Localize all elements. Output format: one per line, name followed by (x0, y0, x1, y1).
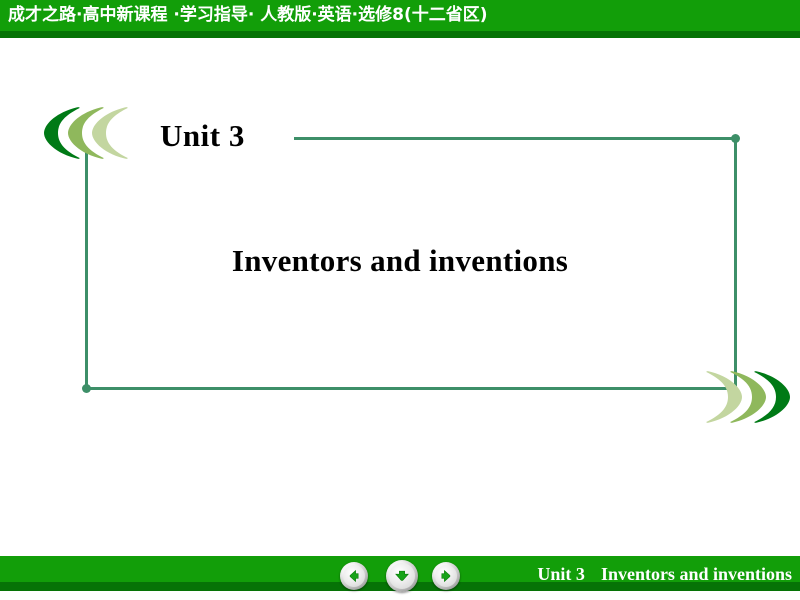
frame-line-bottom (85, 387, 737, 390)
frame-corner-dot-top-right (731, 134, 740, 143)
next-animation-button-face (389, 563, 415, 589)
chevron-dark-icon (740, 368, 796, 426)
footer-unit-label: Unit 3 (537, 564, 585, 584)
chevron-dark-icon (38, 104, 94, 162)
header-course-title: 成才之路·高中新课程 ·学习指导· 人教版·英语·选修8(十二省区) (8, 5, 488, 25)
left-chevron-decoration (38, 104, 142, 162)
next-slide-button[interactable] (432, 562, 460, 590)
page-title: Inventors and inventions (231, 243, 569, 278)
footer-bottom-margin (0, 591, 800, 600)
next-slide-button-face (435, 565, 457, 587)
slide-canvas: 成才之路·高中新课程 ·学习指导· 人教版·英语·选修8(十二省区) Unit … (0, 0, 800, 600)
previous-slide-button[interactable] (340, 562, 368, 590)
right-chevron-decoration (692, 368, 796, 426)
arrow-left-icon (349, 569, 359, 583)
header-bar-shadow (0, 31, 800, 38)
frame-corner-dot-bottom-left (82, 384, 91, 393)
previous-slide-button-face (343, 565, 365, 587)
footer-topic-label: Inventors and inventions (600, 564, 792, 584)
next-animation-button[interactable] (386, 560, 418, 592)
footer-title: Unit 3 Inventors and inventions (537, 561, 792, 587)
frame-line-top (294, 137, 737, 140)
arrow-right-icon (441, 569, 451, 583)
unit-label: Unit 3 (160, 118, 245, 153)
arrow-down-icon (395, 570, 409, 581)
